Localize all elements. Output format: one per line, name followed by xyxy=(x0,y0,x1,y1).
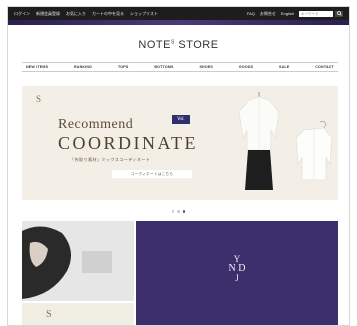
nav-item-sale[interactable]: SALE xyxy=(279,65,289,69)
hero-banner[interactable]: S Recommend Vol. COORDINATE 「先取り素材」ミックスコ… xyxy=(22,86,338,200)
nav-item-goods[interactable]: GOODS xyxy=(239,65,253,69)
search-input[interactable] xyxy=(299,10,333,17)
promo-tile-brand[interactable]: S xyxy=(22,303,134,325)
hero-coordinate-title: COORDINATE xyxy=(58,133,198,153)
hero-subtitle: 「先取り素材」ミックスコーディネート xyxy=(70,157,151,162)
nav-item-contact[interactable]: CONTACT xyxy=(315,65,334,69)
tile-brand-logo: S xyxy=(46,309,52,320)
login-link[interactable]: ログイン xyxy=(14,11,30,17)
contact-link[interactable]: お問合せ xyxy=(260,11,276,17)
nav-item-tops[interactable]: TOPS xyxy=(118,65,129,69)
hero-cta-button[interactable]: コーディネートはこちら xyxy=(112,170,192,178)
hero-recommend-title: Recommend xyxy=(58,117,134,132)
search-button[interactable] xyxy=(335,10,343,17)
white-shirt-image xyxy=(295,120,333,181)
register-link[interactable]: 新規会員登録 xyxy=(36,11,60,17)
main-nav: NEW ITEMS RANKING TOPS BOTTOMS SHOES GOO… xyxy=(22,62,338,72)
browser-page: ログイン 新規会員登録 お気に入り カートの中を見る ショップリスト FAQ お… xyxy=(7,6,350,326)
carousel-dot[interactable] xyxy=(177,210,180,213)
top-utility-right: FAQ お問合せ English xyxy=(247,10,343,17)
nav-item-shoes[interactable]: SHOES xyxy=(199,65,213,69)
nav-item-new-items[interactable]: NEW ITEMS xyxy=(26,65,48,69)
shop-list-link[interactable]: ショップリスト xyxy=(130,11,158,17)
favorites-link[interactable]: お気に入り xyxy=(66,11,86,17)
carousel-dots xyxy=(8,210,349,213)
english-link[interactable]: English xyxy=(281,11,294,16)
blouse-skirt-image xyxy=(238,92,280,190)
top-utility-bar: ログイン 新規会員登録 お気に入り カートの中を見る ショップリスト FAQ お… xyxy=(8,7,349,20)
promo-tile-njd[interactable]: Y N D J xyxy=(136,221,338,325)
nav-item-ranking[interactable]: RANKING xyxy=(74,65,92,69)
faq-link[interactable]: FAQ xyxy=(247,11,255,16)
logo-tail: STORE xyxy=(174,39,219,51)
model-photo-image xyxy=(22,221,134,301)
carousel-dot-active[interactable] xyxy=(182,210,186,213)
hero-brand-logo: S xyxy=(36,94,44,104)
hero-vol-badge: Vol. xyxy=(172,115,190,124)
site-logo[interactable]: NOTES STORE xyxy=(8,39,349,51)
njd-logo-line3: J xyxy=(235,273,239,283)
njd-logo: Y N D J xyxy=(222,255,252,283)
promo-tile-model[interactable] xyxy=(22,221,134,301)
logo-main: NOTE xyxy=(138,39,171,51)
nav-item-bottoms[interactable]: BOTTOMS xyxy=(154,65,173,69)
cart-link[interactable]: カートの中を見る xyxy=(92,11,124,17)
hero-brand-mark: S xyxy=(36,94,42,104)
carousel-dot[interactable] xyxy=(171,210,175,213)
promo-strip[interactable] xyxy=(8,20,349,25)
search-icon xyxy=(336,11,342,16)
